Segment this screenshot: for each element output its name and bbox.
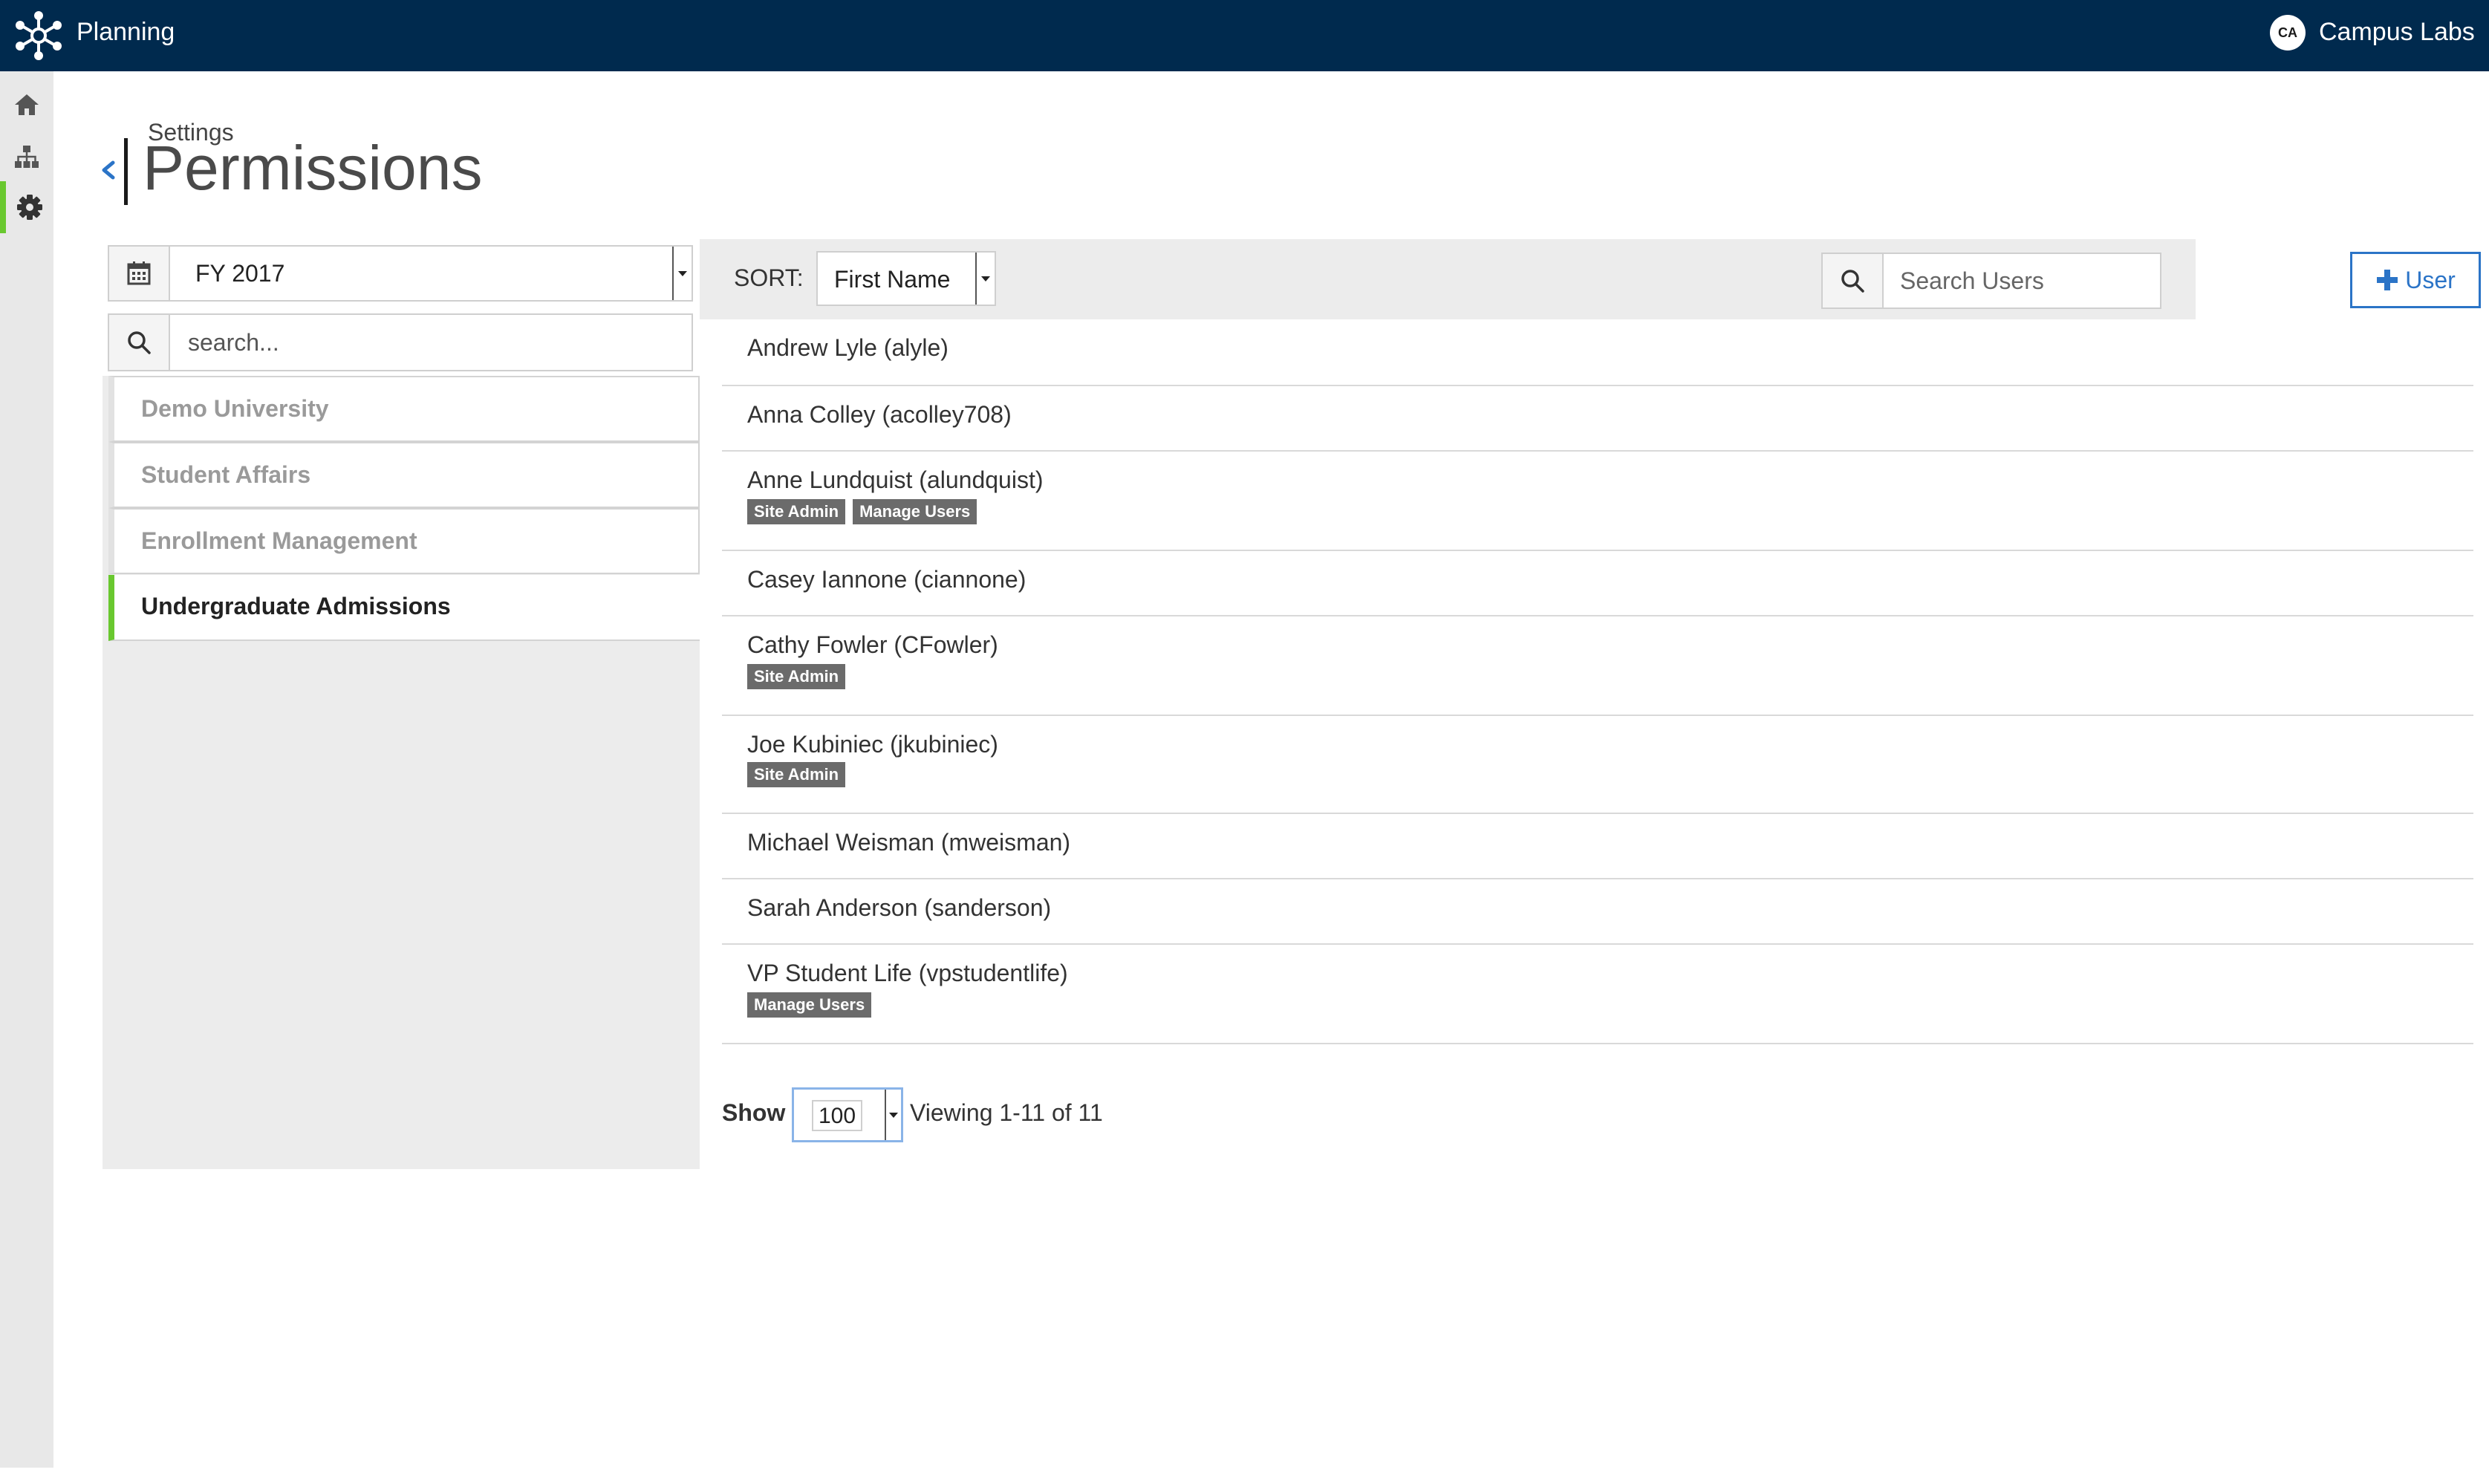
- user-name[interactable]: Cathy Fowler (CFowler): [747, 631, 998, 659]
- search-icon-box: [1823, 254, 1884, 307]
- org-item-label: Enrollment Management: [141, 527, 417, 554]
- left-rail: [0, 71, 53, 1468]
- user-row[interactable]: Sarah Anderson (sanderson): [722, 879, 2473, 945]
- fiscal-year-dropdown-toggle[interactable]: [672, 247, 692, 300]
- calendar-icon: [127, 261, 151, 285]
- user-row[interactable]: VP Student Life (vpstudentlife) Manage U…: [722, 945, 2473, 1044]
- rail-org-chart[interactable]: [0, 131, 53, 183]
- user-name[interactable]: VP Student Life (vpstudentlife): [747, 960, 1068, 987]
- org-item-undergraduate-admissions[interactable]: Undergraduate Admissions: [108, 575, 700, 641]
- org-item-label: Undergraduate Admissions: [141, 593, 451, 619]
- add-user-button[interactable]: User: [2350, 252, 2481, 308]
- caret-down-icon: [981, 276, 990, 281]
- plus-icon: [2377, 270, 2398, 290]
- fiscal-year-select[interactable]: FY 2017: [108, 245, 693, 302]
- org-search-input[interactable]: [170, 315, 692, 370]
- search-icon-box: [109, 315, 170, 370]
- add-user-label: User: [2405, 266, 2456, 293]
- rail-home[interactable]: [0, 79, 53, 131]
- page-size-dropdown-toggle[interactable]: [885, 1090, 901, 1140]
- caret-down-icon: [678, 270, 687, 276]
- user-name[interactable]: Andrew Lyle (alyle): [747, 334, 949, 362]
- page-size-value: 100: [812, 1100, 862, 1131]
- permission-badges: Site Admin: [747, 762, 846, 787]
- user-search: [1821, 253, 2161, 309]
- badge-manage-users: Manage Users: [747, 992, 872, 1018]
- user-name[interactable]: Casey Iannone (ciannone): [747, 566, 1026, 593]
- org-item-demo-university[interactable]: Demo University: [108, 376, 700, 442]
- sort-label: SORT:: [734, 264, 804, 291]
- badge-site-admin: Site Admin: [747, 664, 846, 689]
- back-chevron-icon[interactable]: [98, 152, 117, 188]
- user-row[interactable]: Casey Iannone (ciannone): [722, 551, 2473, 616]
- org-item-enrollment-management[interactable]: Enrollment Management: [108, 508, 700, 574]
- gear-icon: [17, 195, 42, 220]
- sort-value: First Name: [834, 266, 951, 293]
- user-name[interactable]: Anna Colley (acolley708): [747, 401, 1012, 429]
- user-row[interactable]: Andrew Lyle (alyle): [722, 319, 2473, 386]
- fiscal-year-value: FY 2017: [195, 260, 285, 287]
- user-row[interactable]: Cathy Fowler (CFowler) Site Admin: [722, 616, 2473, 716]
- user-list-toolbar: SORT: First Name: [700, 239, 2196, 319]
- org-item-label: Student Affairs: [141, 461, 311, 488]
- header-divider: [124, 138, 128, 205]
- permission-badges: Manage Users: [747, 992, 872, 1018]
- rail-settings[interactable]: [0, 181, 53, 233]
- org-name[interactable]: Campus Labs: [2319, 18, 2475, 47]
- top-bar: Planning CA Campus Labs: [0, 0, 2489, 71]
- org-chart-icon: [15, 146, 39, 168]
- user-search-input[interactable]: [1884, 254, 2160, 307]
- user-name[interactable]: Joe Kubiniec (jkubiniec): [747, 731, 998, 758]
- user-row[interactable]: Anna Colley (acolley708): [722, 386, 2473, 452]
- search-icon: [128, 331, 151, 354]
- page-title: Permissions: [143, 133, 483, 203]
- user-row[interactable]: Anne Lundquist (alundquist) Site Admin M…: [722, 452, 2473, 551]
- page-size-select[interactable]: 100: [792, 1087, 903, 1142]
- search-icon: [1841, 270, 1864, 293]
- badge-site-admin: Site Admin: [747, 762, 846, 787]
- home-icon: [15, 94, 39, 115]
- user-name[interactable]: Michael Weisman (mweisman): [747, 829, 1070, 856]
- sort-dropdown-toggle[interactable]: [975, 253, 995, 305]
- user-name[interactable]: Anne Lundquist (alundquist): [747, 466, 1044, 494]
- show-label: Show: [722, 1099, 786, 1126]
- viewing-count: Viewing 1-11 of 11: [910, 1099, 1103, 1126]
- org-tree: Demo University Student Affairs Enrollme…: [103, 376, 700, 1169]
- permission-badges: Site Admin: [747, 664, 846, 689]
- app-title: Planning: [77, 18, 175, 46]
- user-row[interactable]: Michael Weisman (mweisman): [722, 814, 2473, 879]
- permission-badges: Site Admin Manage Users: [747, 499, 977, 524]
- caret-down-icon: [889, 1112, 898, 1118]
- user-name[interactable]: Sarah Anderson (sanderson): [747, 894, 1051, 922]
- org-tree-search: [108, 313, 693, 371]
- org-item-student-affairs[interactable]: Student Affairs: [108, 442, 700, 508]
- avatar[interactable]: CA: [2270, 15, 2306, 51]
- calendar-icon-box: [109, 247, 170, 300]
- user-row[interactable]: Joe Kubiniec (jkubiniec) Site Admin: [722, 716, 2473, 814]
- badge-site-admin: Site Admin: [747, 499, 846, 524]
- planning-logo-icon[interactable]: [13, 10, 64, 61]
- org-item-label: Demo University: [141, 395, 329, 422]
- sort-select[interactable]: First Name: [816, 251, 996, 306]
- badge-manage-users: Manage Users: [853, 499, 977, 524]
